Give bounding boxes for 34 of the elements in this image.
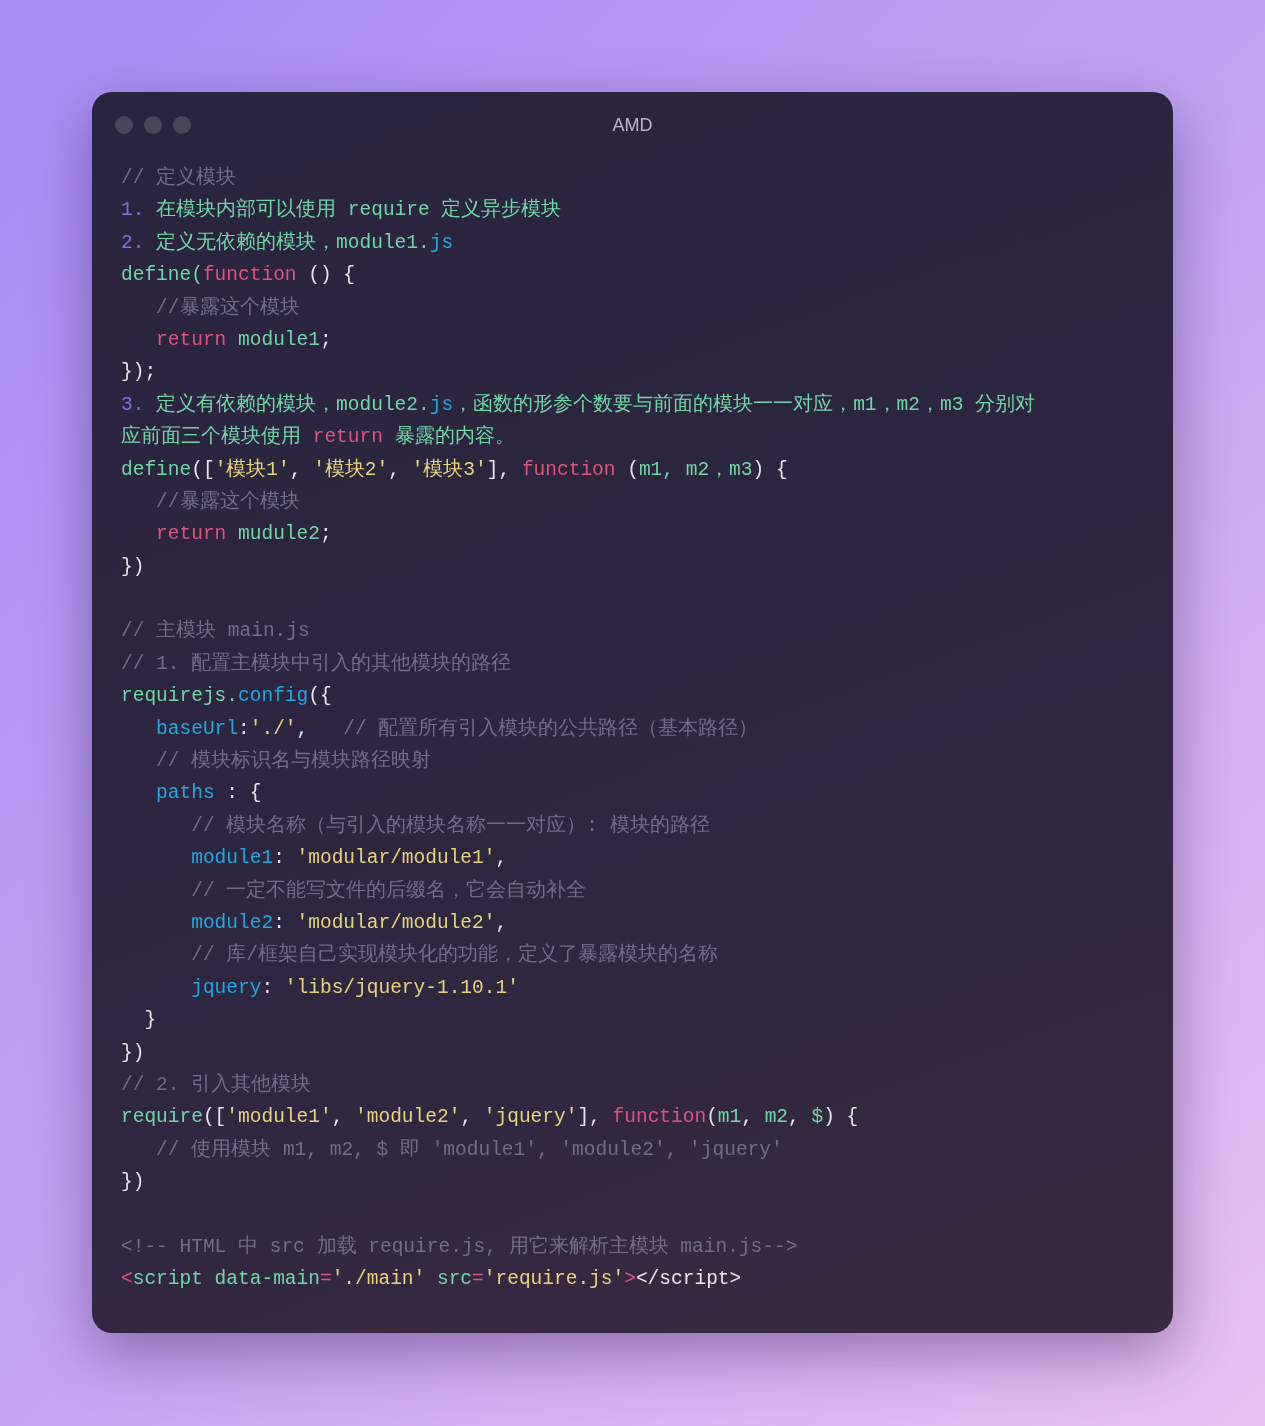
- code-line: // 主模块 main.js: [121, 618, 310, 645]
- code-line: // 一定不能写文件的后缀名，它会自动补全: [190, 878, 587, 904]
- code-line: });: [121, 360, 157, 386]
- code-line: 3. 定义有依赖的模块，module2.js，函数的形参个数要与前面的模块一一对应，m1，m2，m3 分别对: [121, 392, 1036, 418]
- code-line: }): [121, 1040, 145, 1066]
- code-line: 应前面三个模块使用 return 暴露的内容。: [121, 424, 515, 451]
- code-line: baseUrl:'./', // 配置所有引入模块的公共路径（基本路径）: [155, 716, 759, 742]
- code-line: //暴露这个模块: [155, 489, 300, 515]
- code-line: <!-- HTML 中 src 加载 require.js, 用它来解析主模块 main.js-->: [121, 1234, 798, 1260]
- code-line: 2. 定义无依赖的模块，module1.js: [121, 230, 454, 256]
- code-line: }): [121, 554, 145, 580]
- code-line: define(function () {: [121, 263, 356, 289]
- code-line: return module1;: [155, 327, 332, 353]
- code-line: // 库/框架自己实现模块化的功能，定义了暴露模块的名称: [190, 942, 719, 969]
- code-line: define(['模块1', '模块2', '模块3'], function (m1, m2，m3) {: [121, 457, 788, 483]
- code-line: //暴露这个模块: [155, 295, 300, 321]
- code-line: 1. 在模块内部可以使用 require 定义异步模块: [121, 197, 562, 224]
- code-line: // 定义模块: [121, 165, 237, 191]
- window-title: AMD: [612, 113, 653, 137]
- code-line: <script data-main='./main' src='require.js'></script>: [121, 1267, 742, 1293]
- code-line: // 使用模块 m1, m2, $ 即 'module1', 'module2', 'jquery': [155, 1137, 783, 1163]
- code-line: module2: 'modular/module2',: [190, 911, 508, 936]
- code-line: // 模块名称（与引入的模块名称一一对应）: 模块的路径: [190, 813, 710, 839]
- code-line: }): [121, 1170, 145, 1196]
- code-line: // 模块标识名与模块路径映射: [155, 748, 432, 775]
- code-line: return mudule2;: [155, 522, 332, 548]
- code-line: paths : {: [155, 781, 262, 807]
- code-line: // 1. 配置主模块中引入的其他模块的路径: [121, 651, 512, 677]
- code-line: requirejs.config({: [121, 684, 332, 710]
- code-line: jquery: 'libs/jquery-1.10.1': [190, 975, 519, 1001]
- code-line: module1: 'modular/module1',: [190, 846, 508, 872]
- code-line: require(['module1', 'module2', 'jquery'], function(m1, m2, $) {: [121, 1105, 859, 1131]
- code-line: // 2. 引入其他模块: [121, 1072, 312, 1098]
- code-line: }: [143, 1008, 157, 1034]
